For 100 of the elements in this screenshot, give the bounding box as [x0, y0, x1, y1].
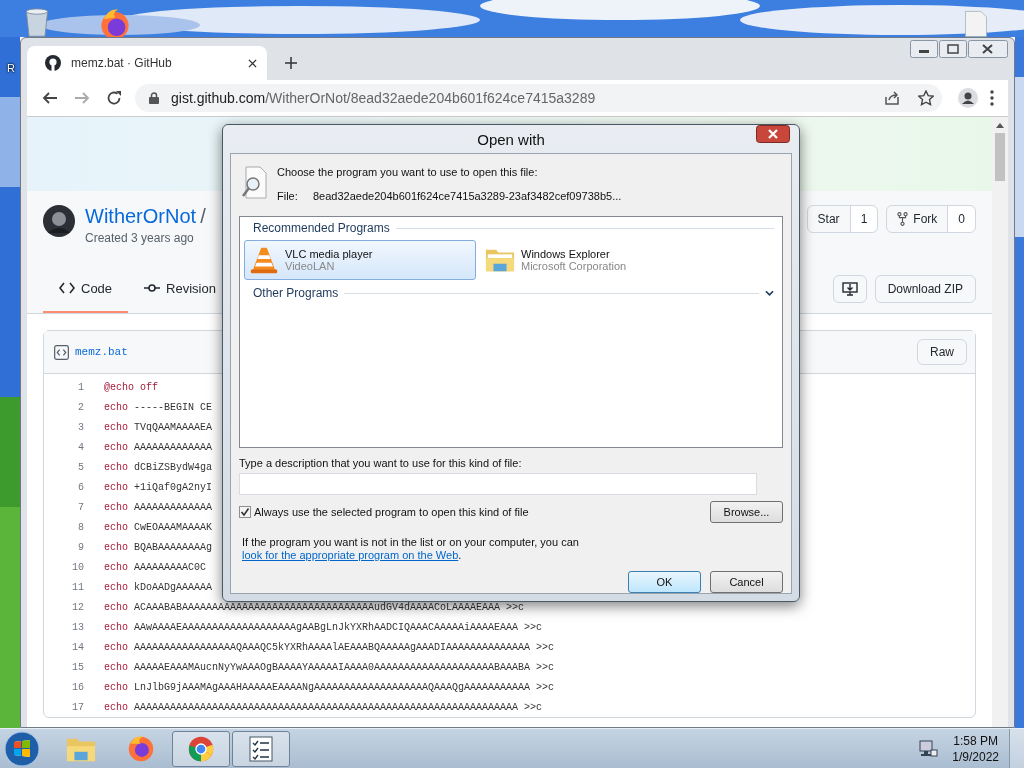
checkbox-label: Always use the selected program to open this kind of file	[254, 506, 529, 518]
lock-icon	[149, 92, 159, 104]
line-number: 2	[77, 401, 85, 413]
fork-icon	[897, 212, 909, 226]
page-tab[interactable]: Revision	[128, 265, 232, 313]
program-name: Windows Explorer	[521, 248, 611, 260]
program-name: VLC media player	[285, 248, 373, 260]
description-label: Type a description that you want to use for this kind of file:	[239, 457, 523, 469]
code-line: echo TVqQAAMAAAAEA	[104, 421, 213, 433]
scroll-thumb[interactable]	[995, 133, 1005, 181]
share-icon[interactable]	[884, 90, 900, 106]
program-item[interactable]: VLC media player VideoLAN	[244, 240, 476, 280]
close-icon[interactable]	[968, 40, 1008, 58]
line-number: 1	[77, 381, 85, 393]
profile-icon[interactable]	[958, 88, 978, 108]
browse-button[interactable]: Browse...	[710, 501, 783, 523]
url-text: gist.github.com/WitherOrNot/8ead32aede204b601f624ce7415a3289	[171, 90, 596, 106]
clock[interactable]: 1:58 PM 1/9/2022	[952, 733, 999, 764]
code-line: echo LnJlbG9jAAAMAgAAAHAAAAAEAAAANgAAAAAAAAAAAAAAAAAAAQAAAQgAAAAAAAAAAA >>c	[104, 681, 555, 693]
scrollbar[interactable]	[992, 117, 1008, 727]
desktop-download-icon	[841, 281, 858, 297]
line-number: 10	[71, 561, 85, 573]
group-heading: Recommended Programs	[253, 221, 390, 235]
menu-icon[interactable]	[990, 90, 994, 106]
prompt-text: Choose the program you want to use to open this file:	[277, 166, 539, 178]
line-number: 13	[71, 621, 85, 633]
back-icon[interactable]	[42, 90, 58, 106]
line-number: 16	[71, 681, 85, 693]
new-tab-icon[interactable]	[285, 57, 297, 69]
fork-count: 0	[948, 206, 975, 232]
github-icon	[45, 55, 61, 71]
program-item[interactable]: Windows Explorer Microsoft Corporation	[480, 240, 712, 280]
line-number: 11	[71, 581, 85, 593]
desktop-icon-label: R	[7, 62, 15, 74]
line-number: 7	[77, 501, 85, 513]
bookmark-star-icon[interactable]	[918, 90, 934, 106]
code-line: echo AAwAAAAEAAAAAAAAAAAAAAAAAAAgAABgLnJkYXRhAADCIQAAACAAAAAiAAAAEAAA >>c	[104, 621, 543, 633]
reload-icon[interactable]	[106, 90, 122, 106]
code-line: echo -----BEGIN CE	[104, 401, 213, 413]
code-line: echo AAAAAEAAAMAucnNyYwAAAOgBAAAAYAAAAAIAAAA0AAAAAAAAAAAAAAAAAAAABAAABA >>c	[104, 661, 555, 673]
network-icon[interactable]	[918, 739, 939, 758]
program-publisher: Microsoft Corporation	[521, 260, 627, 272]
address-bar[interactable]: gist.github.com/WitherOrNot/8ead32aede204b601f624ce7415a3289	[135, 84, 942, 112]
line-number: 4	[77, 441, 85, 453]
code-line: @echo off	[104, 381, 159, 393]
taskbar-button[interactable]	[172, 730, 230, 767]
file-label: File:	[277, 190, 299, 202]
raw-button[interactable]: Raw	[917, 339, 967, 365]
maximize-icon[interactable]	[939, 40, 967, 58]
checklist-icon	[246, 734, 276, 763]
close-icon[interactable]	[248, 58, 257, 68]
clock-date: 1/9/2022	[952, 749, 999, 764]
info-text: If the program you want is not in the list or on your computer, you can look for the appropriate program on the Web.	[242, 536, 580, 562]
browser-icon	[126, 734, 156, 763]
file-name-link[interactable]: memz.bat	[75, 346, 128, 358]
checkbox[interactable]	[239, 506, 251, 518]
taskbar-button[interactable]	[232, 730, 290, 767]
commit-icon	[144, 282, 161, 294]
cancel-button[interactable]: Cancel	[710, 571, 783, 593]
code-line: echo +1iQaf0gA2nyI	[104, 481, 213, 493]
code-line: echo AAAAAAAAAAAAAAAAAQAAAQC5kYXRhAAAAlAEAAABQAAAAAgAAADIAAAAAAAAAAAAAA >>c	[104, 641, 555, 653]
line-number: 6	[77, 481, 85, 493]
line-number: 17	[71, 701, 85, 713]
code-icon	[59, 282, 75, 294]
code-line: echo ACAAABABAAAAAAAAAAAAAAAAAAAAAAAAAAAAAAAAudGV4dAAAACoLAAAAEAAA >>c	[104, 601, 525, 613]
line-number: 8	[77, 521, 85, 533]
ok-button[interactable]: OK	[628, 571, 701, 593]
page-tab[interactable]: Code	[43, 265, 129, 313]
description-field[interactable]	[239, 473, 757, 495]
clock-time: 1:58 PM	[953, 733, 998, 748]
fork-button[interactable]: Fork 0	[886, 205, 976, 233]
path-separator: /	[200, 205, 206, 228]
owner-link[interactable]: WitherOrNot	[85, 205, 197, 228]
line-number: 3	[77, 421, 85, 433]
program-publisher: VideoLAN	[285, 260, 336, 272]
avatar-icon	[43, 205, 75, 237]
embed-button[interactable]	[832, 275, 867, 303]
code-file-icon	[54, 344, 69, 360]
line-number: 5	[77, 461, 85, 473]
line-number: 12	[71, 601, 85, 613]
code-line: echo AAAAAAAAAAAAA	[104, 501, 213, 513]
star-button[interactable]: Star 1	[806, 205, 879, 233]
code-line: echo AAAAAAAAAC0C	[104, 561, 207, 573]
code-line: echo AAAAAAAAAAAAA	[104, 441, 213, 453]
tab-title: memz.bat · GitHub	[71, 56, 173, 70]
group-heading: Other Programs	[253, 286, 339, 300]
dialog-title: Open with	[477, 130, 545, 148]
minimize-icon[interactable]	[910, 40, 938, 58]
file-name: 8ead32aede204b601f624ce7415a3289-23af3482cef09738b5...	[313, 190, 622, 202]
download-zip-button[interactable]: Download ZIP	[874, 275, 976, 303]
chevron-icon[interactable]	[765, 290, 774, 296]
close-icon[interactable]	[756, 125, 790, 143]
code-line: echo CwEOAAAMAAAAK	[104, 521, 213, 533]
browser-tab[interactable]: memz.bat · GitHub	[27, 46, 267, 80]
scroll-up-icon[interactable]	[996, 122, 1004, 128]
code-line: echo dCBiZSBydW4ga	[104, 461, 213, 473]
code-line: echo AAAAAAAAAAAAAAAAAAAAAAAAAAAAAAAAAAAAAAAAAAAAAAAAAAAAAAAAAAAAAAAA >>c	[104, 701, 543, 713]
start-icon[interactable]	[4, 730, 40, 767]
star-count: 1	[850, 206, 878, 232]
line-number: 9	[77, 541, 85, 553]
